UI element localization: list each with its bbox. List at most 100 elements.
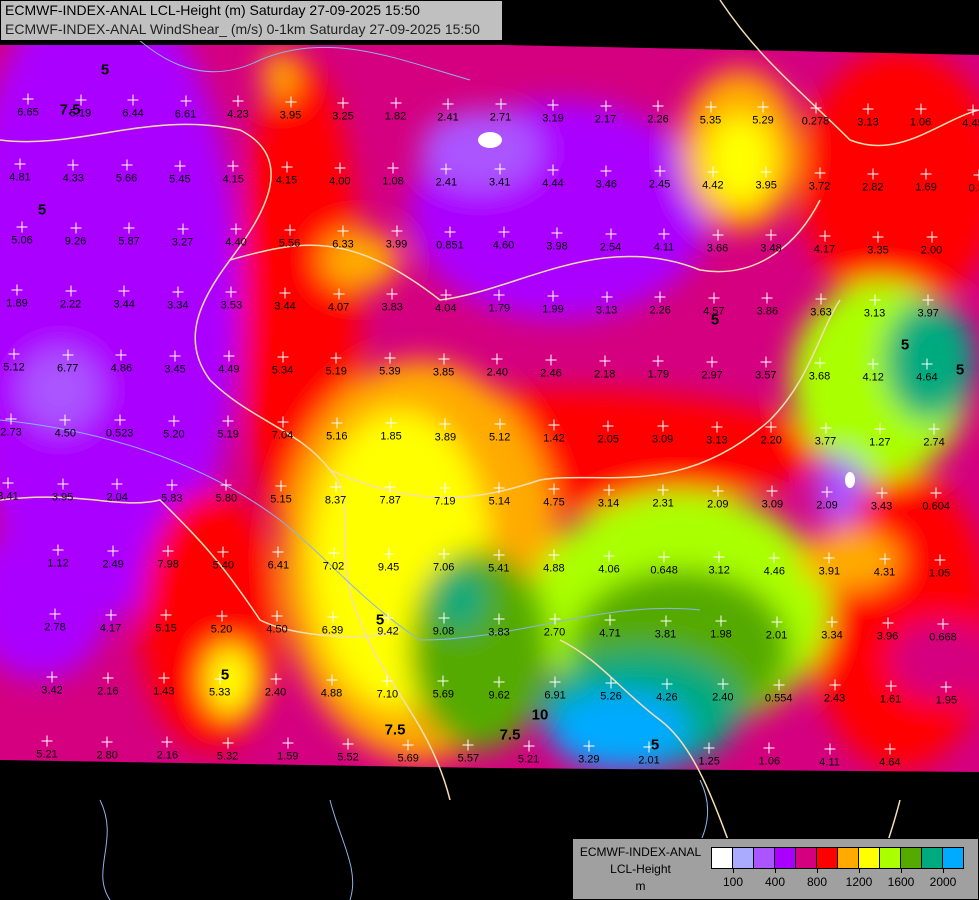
legend-tick — [817, 868, 818, 873]
windshear-value-label: 1.89 — [6, 297, 28, 310]
grid-cross-marker — [705, 101, 716, 113]
grid-cross-marker — [440, 289, 452, 301]
grid-cross-marker — [462, 739, 474, 751]
grid-cross-marker — [920, 168, 932, 180]
grid-cross-marker — [765, 229, 777, 241]
windshear-value-label: 4.75 — [543, 496, 565, 509]
grid-cross-marker — [930, 487, 942, 499]
grid-cross-marker — [548, 419, 560, 431]
grid-cross-marker — [384, 481, 396, 493]
grid-cross-marker — [220, 479, 232, 491]
windshear-value-label: 5.41 — [488, 562, 510, 575]
grid-cross-marker — [773, 679, 785, 691]
windshear-value-label: 5.33 — [208, 686, 231, 699]
windshear-value-label: 6.41 — [267, 559, 290, 572]
windshear-value-label: 5.20 — [210, 623, 233, 636]
grid-cross-marker — [281, 161, 292, 173]
grid-cross-marker — [652, 100, 664, 112]
windshear-value-label: 3.85 — [432, 366, 455, 379]
windshear-value-label: 7.19 — [434, 495, 456, 508]
windshear-value-label: 5.20 — [163, 428, 185, 441]
windshear-contour-label: 7.5 — [59, 101, 81, 119]
windshear-value-label: 2.05 — [597, 433, 620, 446]
windshear-value-label: 3.53 — [220, 299, 243, 312]
map-title-box: ECMWF-INDEX-ANAL LCL-Height (m) Saturday… — [0, 0, 503, 41]
windshear-value-label: 3.27 — [171, 236, 194, 249]
grid-cross-marker — [102, 672, 114, 684]
grid-cross-marker — [337, 225, 349, 237]
windshear-value-label: 5.16 — [326, 430, 348, 443]
grid-cross-marker — [402, 739, 414, 751]
windshear-contour-label: 7.5 — [499, 726, 521, 744]
grid-cross-marker — [439, 418, 451, 430]
grid-cross-marker — [272, 546, 284, 558]
grid-cross-marker — [766, 485, 778, 497]
grid-cross-marker — [107, 545, 119, 557]
windshear-value-label: 1.98 — [710, 628, 732, 641]
legend-tick — [943, 868, 944, 873]
windshear-value-label: 4.45 — [962, 117, 979, 130]
legend-swatch — [796, 848, 817, 868]
grid-cross-marker — [713, 551, 725, 563]
windshear-value-label: 5.35 — [699, 114, 722, 127]
grid-cross-marker — [177, 223, 188, 235]
grid-cross-marker — [493, 289, 505, 301]
legend-tick — [775, 868, 776, 873]
windshear-value-label: 3.96 — [876, 630, 899, 643]
windshear-value-label: 5.06 — [11, 234, 33, 247]
windshear-value-label: 4.81 — [9, 171, 31, 184]
windshear-value-label: 2.74 — [923, 436, 945, 449]
grid-cross-marker — [829, 679, 841, 691]
grid-cross-marker — [46, 671, 58, 683]
windshear-value-label: 3.13 — [857, 116, 879, 129]
grid-cross-marker — [703, 742, 715, 754]
windshear-value-label: 2.16 — [97, 685, 119, 698]
grid-cross-marker — [884, 743, 896, 755]
windshear-value-label: 2.49 — [102, 558, 124, 571]
legend-swatch — [712, 848, 733, 868]
windshear-value-label: 3.95 — [279, 109, 302, 122]
windshear-value-label: 1.27 — [869, 436, 891, 449]
grid-cross-marker — [819, 230, 830, 242]
weather-map-viewer: 6.65 5.19 6.44 6.61 4.23 3.95 3.25 1.82 2.41 2.71… — [0, 0, 979, 900]
grid-cross-marker — [814, 357, 825, 369]
windshear-value-label: 5.14 — [488, 495, 511, 508]
grid-cross-marker — [390, 97, 401, 109]
windshear-value-label: 2.54 — [599, 241, 622, 254]
grid-cross-marker — [862, 103, 874, 115]
grid-cross-marker — [180, 95, 191, 107]
grid-cross-marker — [161, 736, 173, 748]
windshear-value-label: 5.26 — [600, 690, 622, 703]
windshear-value-label: 3.25 — [332, 110, 354, 123]
grid-cross-marker — [874, 423, 886, 435]
grid-cross-marker — [331, 417, 343, 429]
grid-cross-marker — [216, 610, 227, 622]
grid-cross-marker — [118, 285, 130, 297]
windshear-value-label: 2.40 — [264, 686, 287, 699]
windshear-value-label: 6.61 — [174, 108, 197, 121]
windshear-value-label: 3.83 — [488, 626, 510, 639]
windshear-value-label: 3.34 — [821, 629, 843, 642]
grid-cross-marker — [438, 353, 450, 365]
grid-cross-marker — [222, 415, 234, 427]
windshear-value-label: 2.41 — [437, 111, 459, 124]
grid-cross-marker — [493, 482, 505, 494]
windshear-contour-label: 5 — [375, 611, 385, 629]
windshear-value-label: 9.45 — [377, 561, 400, 574]
grid-cross-marker — [327, 611, 338, 623]
grid-cross-marker — [599, 355, 611, 367]
windshear-value-label: 5.15 — [155, 622, 177, 635]
grid-cross-marker — [169, 350, 181, 362]
windshear-value-label: 0.648 — [650, 564, 678, 577]
windshear-value-label: 7.06 — [432, 561, 455, 574]
windshear-value-label: 4.11 — [819, 756, 840, 769]
windshear-value-label: 5.39 — [379, 365, 401, 378]
grid-cross-marker — [330, 481, 342, 493]
grid-cross-marker — [768, 552, 780, 564]
grid-cross-marker — [921, 358, 933, 370]
grid-cross-marker — [277, 351, 288, 363]
grid-cross-marker — [328, 547, 339, 559]
grid-cross-marker — [232, 95, 244, 107]
grid-cross-marker — [2, 477, 14, 489]
windshear-value-label: 6.77 — [56, 362, 79, 375]
